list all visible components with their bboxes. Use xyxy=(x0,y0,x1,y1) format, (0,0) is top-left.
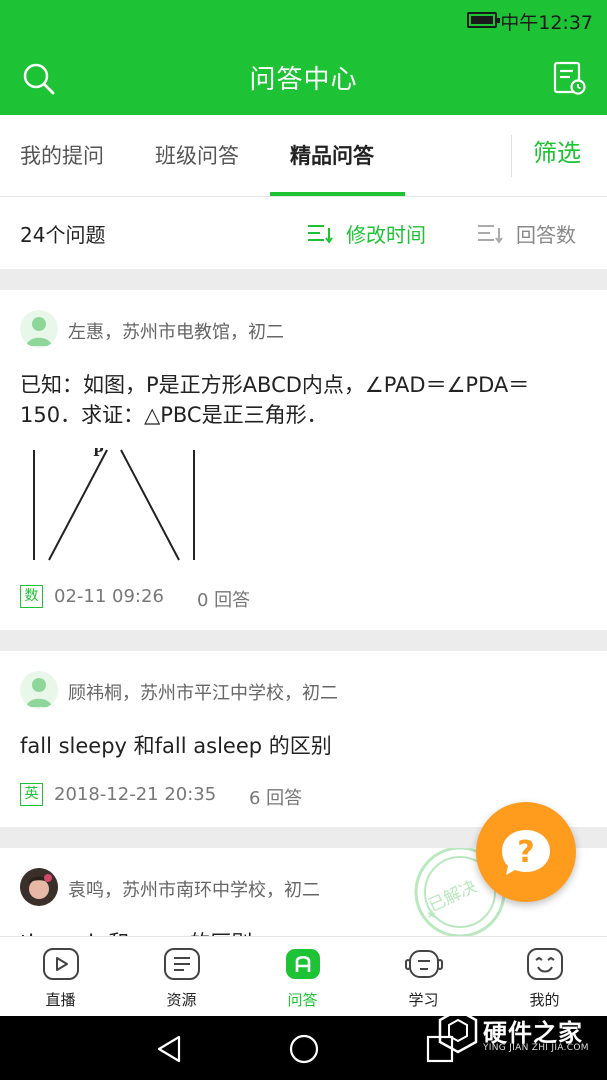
filter-button[interactable]: 筛选 xyxy=(533,115,581,197)
subject-badge: 数 xyxy=(20,585,43,608)
author-info: 左惠，苏州市电教馆，初二 xyxy=(68,322,284,343)
tab-bar: 我的提问 班级问答 精品问答 筛选 xyxy=(0,115,607,197)
question-text: fall sleepy 和fall asleep 的区别 xyxy=(20,734,332,758)
watermark-subtitle: YING JIAN ZHI JIA.COM xyxy=(483,1043,589,1053)
divider xyxy=(511,135,512,177)
sort-by-answers[interactable]: 回答数 xyxy=(476,219,576,248)
sort-by-modified-time[interactable]: 修改时间 xyxy=(306,219,426,248)
tab-my-questions[interactable]: 我的提问 xyxy=(20,115,104,197)
nav-label: 资源 xyxy=(166,991,197,1009)
battery-icon xyxy=(467,12,500,28)
nav-label: 学习 xyxy=(408,991,439,1009)
home-icon[interactable] xyxy=(288,1033,320,1065)
subject-badge: 英 xyxy=(20,783,43,806)
document-icon xyxy=(164,948,200,980)
back-icon[interactable] xyxy=(155,1034,183,1064)
avatar xyxy=(20,671,58,709)
app-header: 问答中心 xyxy=(0,40,607,115)
active-tab-indicator xyxy=(270,192,405,196)
nav-label: 直播 xyxy=(45,991,76,1009)
question-card[interactable]: 顾祎桐，苏州市平江中学校，初二 fall sleepy 和fall asleep… xyxy=(0,651,607,827)
sort-bar: 24个问题 修改时间 回答数 xyxy=(0,197,607,269)
tab-featured-qa[interactable]: 精品问答 xyxy=(290,115,374,197)
author-info: 顾祎桐，苏州市平江中学校，初二 xyxy=(68,683,338,704)
fab-symbol: ? xyxy=(517,835,534,870)
sort-icon xyxy=(308,224,333,244)
ask-question-button[interactable]: ? xyxy=(476,802,576,902)
question-card[interactable]: 左惠，苏州市电教馆，初二 已知：如图，P是正方形ABCD内点，∠PAD＝∠PDA… xyxy=(0,290,607,630)
nav-qa[interactable]: 问答 xyxy=(242,937,363,1017)
nav-me[interactable]: 我的 xyxy=(484,937,605,1017)
status-bar: 中午12:37 xyxy=(0,0,607,40)
answer-count: 0 回答 xyxy=(197,590,251,611)
question-date: 02-11 09:26 xyxy=(54,586,164,607)
sort-icon xyxy=(478,224,503,244)
sort-option-label: 回答数 xyxy=(516,223,576,247)
page-title: 问答中心 xyxy=(249,65,358,95)
figure-point-label: P xyxy=(93,448,104,460)
author-info: 袁鸣，苏州市南环中学校，初二 xyxy=(68,880,320,901)
question-bubble-icon: ? xyxy=(502,830,550,875)
history-icon[interactable] xyxy=(551,60,587,96)
status-time: 中午12:37 xyxy=(500,12,593,34)
smiley-icon xyxy=(527,948,563,980)
nav-label: 问答 xyxy=(287,991,318,1009)
qa-icon xyxy=(286,949,320,979)
question-figure: P xyxy=(33,448,195,561)
avatar xyxy=(20,868,58,906)
question-date: 2018-12-21 20:35 xyxy=(54,784,217,805)
avatar xyxy=(20,310,58,348)
question-count: 24个问题 xyxy=(20,223,106,247)
sort-option-label: 修改时间 xyxy=(346,223,426,247)
tab-class-qa[interactable]: 班级问答 xyxy=(155,115,239,197)
nav-resources[interactable]: 资源 xyxy=(121,937,242,1017)
nav-study[interactable]: 学习 xyxy=(363,937,484,1017)
star-icon: ★ xyxy=(426,907,437,921)
nav-live[interactable]: 直播 xyxy=(0,937,121,1017)
nav-label: 我的 xyxy=(529,991,560,1009)
answer-count: 6 回答 xyxy=(249,788,303,809)
question-text: 已知：如图，P是正方形ABCD内点，∠PAD＝∠PDA＝150．求证：△PBC是… xyxy=(20,373,530,427)
robot-icon xyxy=(405,950,443,978)
watermark-logo xyxy=(438,1008,478,1054)
video-icon xyxy=(43,948,79,980)
bottom-nav: 直播 资源 问答 学习 我的 xyxy=(0,936,607,1016)
